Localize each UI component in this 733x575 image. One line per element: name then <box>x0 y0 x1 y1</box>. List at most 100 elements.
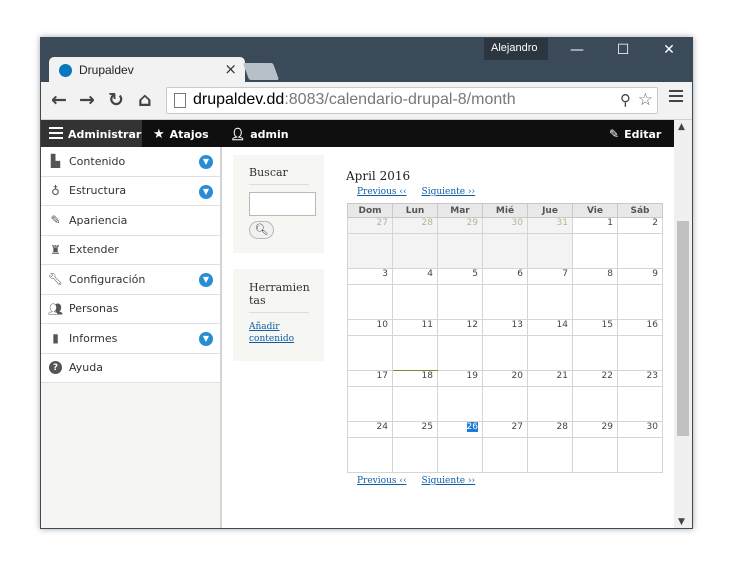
day-number[interactable]: 20 <box>482 370 528 387</box>
sidebar-item-configuración[interactable]: 🔧︎ Configuración ▼ <box>41 265 220 295</box>
day-number[interactable]: 30 <box>482 217 528 234</box>
day-cell[interactable] <box>527 386 573 422</box>
day-cell[interactable] <box>437 386 483 422</box>
minimize-button[interactable]: — <box>562 42 592 58</box>
day-number[interactable]: 28 <box>527 421 573 438</box>
day-cell[interactable] <box>392 335 438 371</box>
day-number[interactable]: 16 <box>617 319 663 336</box>
day-cell[interactable] <box>347 335 393 371</box>
sidebar-item-ayuda[interactable]: ? Ayuda <box>41 354 220 383</box>
browser-tab[interactable]: Drupaldev × <box>49 57 245 83</box>
chevron-down-icon[interactable]: ▼ <box>199 155 213 169</box>
day-cell[interactable] <box>482 284 528 320</box>
day-number[interactable]: 8 <box>572 268 618 285</box>
address-bar[interactable]: drupaldev.dd:8083/calendario-drupal-8/mo… <box>166 87 658 114</box>
sidebar-item-extender[interactable]: ♜ Extender <box>41 236 220 265</box>
day-cell[interactable] <box>617 233 663 269</box>
day-cell[interactable] <box>392 233 438 269</box>
day-cell[interactable] <box>437 284 483 320</box>
day-number[interactable]: 25 <box>392 421 438 438</box>
day-cell[interactable] <box>392 284 438 320</box>
day-cell[interactable] <box>572 335 618 371</box>
day-cell[interactable] <box>437 335 483 371</box>
sidebar-item-apariencia[interactable]: ✎ Apariencia <box>41 206 220 236</box>
day-number[interactable]: 3 <box>347 268 393 285</box>
menu-icon[interactable] <box>669 90 683 105</box>
reload-icon[interactable]: ↻ <box>108 89 124 111</box>
next-month-link[interactable]: Siguiente ›› <box>422 187 476 197</box>
day-number[interactable]: 24 <box>347 421 393 438</box>
back-arrow-icon[interactable]: ← <box>51 89 67 111</box>
day-number[interactable]: 31 <box>527 217 573 234</box>
next-month-link[interactable]: Siguiente ›› <box>422 476 476 486</box>
day-number[interactable]: 22 <box>572 370 618 387</box>
edit-tab[interactable]: ✎ Editar <box>609 127 661 141</box>
day-cell[interactable] <box>347 386 393 422</box>
day-cell[interactable] <box>392 437 438 473</box>
previous-month-link[interactable]: Previous ‹‹ <box>357 187 407 197</box>
star-icon[interactable]: ☆ <box>638 90 653 110</box>
day-cell[interactable] <box>347 233 393 269</box>
chevron-down-icon[interactable]: ▼ <box>199 332 213 346</box>
day-cell[interactable] <box>347 284 393 320</box>
page-scrollbar[interactable]: ▲ ▼ <box>674 120 692 528</box>
day-number[interactable]: 27 <box>482 421 528 438</box>
day-cell[interactable] <box>482 386 528 422</box>
sidebar-item-contenido[interactable]: ▙ Contenido ▼ <box>41 147 220 177</box>
day-number[interactable]: 14 <box>527 319 573 336</box>
scroll-thumb[interactable] <box>677 221 689 436</box>
day-cell[interactable] <box>527 335 573 371</box>
home-icon[interactable]: ⌂ <box>138 89 152 111</box>
day-cell[interactable] <box>392 386 438 422</box>
day-cell[interactable] <box>572 386 618 422</box>
shortcuts-tab[interactable]: ★ Atajos <box>153 127 209 142</box>
day-cell[interactable] <box>572 284 618 320</box>
day-cell[interactable] <box>617 284 663 320</box>
day-cell[interactable] <box>617 386 663 422</box>
day-number[interactable]: 18 <box>392 370 438 387</box>
day-number[interactable]: 1 <box>572 217 618 234</box>
day-cell[interactable] <box>617 335 663 371</box>
day-number[interactable]: 12 <box>437 319 483 336</box>
previous-month-link[interactable]: Previous ‹‹ <box>357 476 407 486</box>
day-number[interactable]: 17 <box>347 370 393 387</box>
day-number[interactable]: 5 <box>437 268 483 285</box>
day-cell[interactable] <box>437 437 483 473</box>
day-number[interactable]: 26 <box>437 421 483 438</box>
sidebar-item-informes[interactable]: ▮ Informes ▼ <box>41 324 220 354</box>
day-cell[interactable] <box>482 233 528 269</box>
day-number[interactable]: 6 <box>482 268 528 285</box>
day-number[interactable]: 19 <box>437 370 483 387</box>
chevron-down-icon[interactable]: ▼ <box>199 273 213 287</box>
chevron-down-icon[interactable]: ▼ <box>199 184 213 199</box>
day-cell[interactable] <box>527 284 573 320</box>
maximize-button[interactable]: ☐ <box>608 42 638 58</box>
day-number[interactable]: 28 <box>392 217 438 234</box>
day-cell[interactable] <box>527 233 573 269</box>
day-cell[interactable] <box>347 437 393 473</box>
day-number[interactable]: 21 <box>527 370 573 387</box>
day-cell[interactable] <box>572 233 618 269</box>
day-number[interactable]: 15 <box>572 319 618 336</box>
close-button[interactable]: ✕ <box>654 42 684 58</box>
day-cell[interactable] <box>527 437 573 473</box>
day-cell[interactable] <box>482 335 528 371</box>
day-cell[interactable] <box>572 437 618 473</box>
day-number[interactable]: 11 <box>392 319 438 336</box>
profile-badge[interactable]: Alejandro <box>484 38 548 60</box>
user-tab[interactable]: 👤︎ admin <box>230 127 289 141</box>
search-input[interactable] <box>249 192 316 216</box>
day-cell[interactable] <box>482 437 528 473</box>
day-number[interactable]: 9 <box>617 268 663 285</box>
day-cell[interactable] <box>437 233 483 269</box>
zoom-icon[interactable]: ⚲ <box>620 91 631 109</box>
add-content-link[interactable]: Añadir contenido <box>249 321 309 345</box>
manage-tab[interactable]: Administrar <box>49 127 141 142</box>
day-number[interactable]: 23 <box>617 370 663 387</box>
day-number[interactable]: 29 <box>572 421 618 438</box>
scroll-up-icon[interactable]: ▲ <box>678 122 685 132</box>
day-number[interactable]: 29 <box>437 217 483 234</box>
day-number[interactable]: 27 <box>347 217 393 234</box>
forward-arrow-icon[interactable]: → <box>79 89 95 111</box>
day-cell[interactable] <box>617 437 663 473</box>
